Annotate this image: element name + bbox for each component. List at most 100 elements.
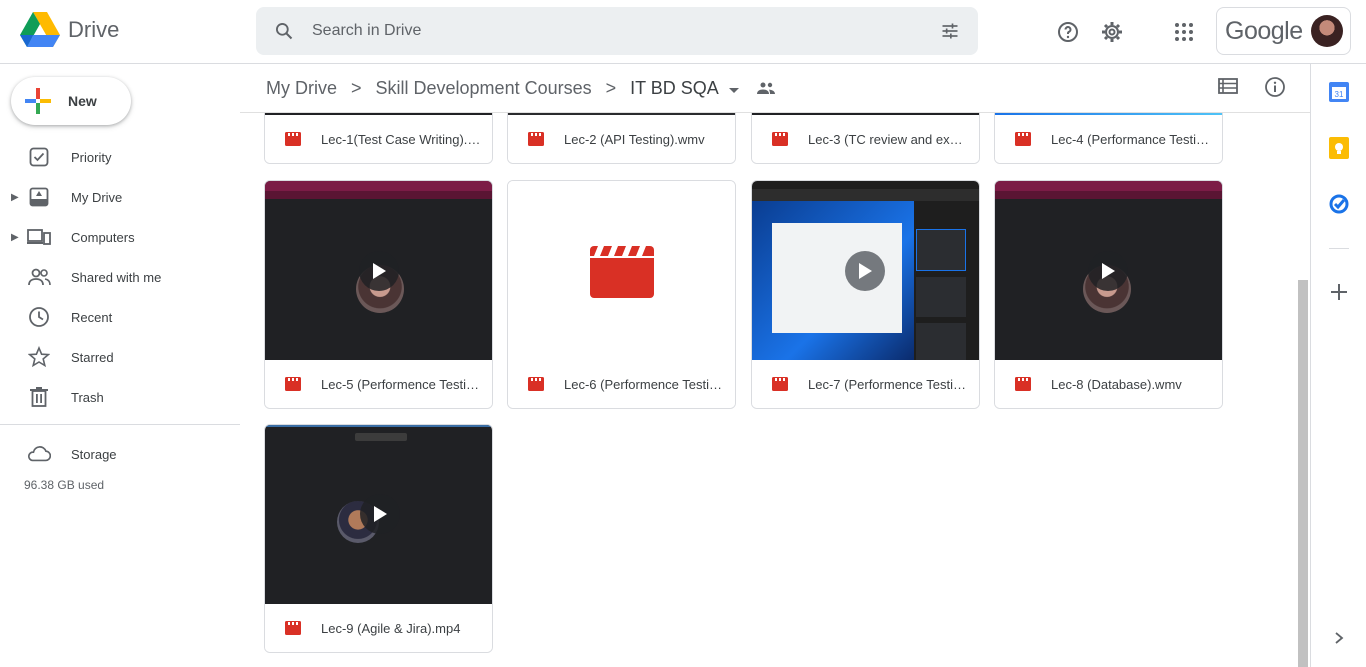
file-caption: Lec-3 (TC review and example).wmv: [752, 115, 979, 163]
video-file-icon: [1015, 132, 1031, 146]
play-icon[interactable]: [360, 494, 400, 534]
file-caption: Lec-9 (Agile & Jira).mp4: [265, 604, 492, 652]
video-file-icon: [285, 132, 301, 146]
side-panel-divider: [1329, 248, 1349, 249]
file-name: Lec-4 (Performance Testing).wmv: [1051, 131, 1211, 147]
file-card[interactable]: Lec-4 (Performance Testing).wmv: [994, 113, 1223, 164]
breadcrumb-skill-development[interactable]: Skill Development Courses: [376, 78, 592, 99]
sidebar-divider: [0, 424, 240, 425]
breadcrumb-current-folder[interactable]: IT BD SQA: [630, 78, 719, 99]
sidebar-item-shared-with-me[interactable]: Shared with me: [0, 261, 240, 293]
sidebar-item-priority[interactable]: Priority: [0, 141, 240, 173]
chevron-right-icon[interactable]: [1327, 626, 1351, 650]
sidebar-item-my-drive[interactable]: ▶ My Drive: [0, 181, 240, 213]
thumbnail-top-edge: [265, 425, 492, 427]
help-icon[interactable]: [1052, 16, 1084, 48]
video-thumbnail: [508, 181, 735, 361]
tasks-icon[interactable]: [1327, 192, 1351, 216]
sidebar-item-recent[interactable]: Recent: [0, 301, 240, 333]
top-bar: Drive Search in Drive Google: [0, 0, 1366, 64]
search-input[interactable]: Search in Drive: [312, 22, 922, 40]
trash-icon: [27, 385, 51, 409]
file-caption: Lec-4 (Performance Testing).wmv: [995, 115, 1222, 163]
sidebar-item-label: Recent: [71, 309, 113, 325]
thumbnail-header-bar: [265, 181, 492, 199]
expand-caret-icon[interactable]: ▶: [11, 232, 19, 243]
play-icon[interactable]: [1088, 251, 1128, 291]
sidebar-item-starred[interactable]: Starred: [0, 341, 240, 373]
drive-logo[interactable]: Drive: [20, 12, 119, 48]
file-name: Lec-6 (Performence Testing).wmv: [564, 376, 724, 392]
file-caption: Lec-8 (Database).wmv: [995, 360, 1222, 408]
video-thumbnail: [995, 181, 1222, 361]
priority-icon: [27, 145, 51, 169]
shared-icon: [27, 265, 51, 289]
shared-folder-people-icon: [756, 78, 775, 99]
expand-caret-icon[interactable]: ▶: [11, 192, 19, 203]
my-drive-icon: [27, 185, 51, 209]
screen-caption-bar: [355, 433, 407, 441]
video-thumbnail: [265, 425, 492, 605]
thumbnail-header-bar: [995, 181, 1222, 199]
file-name: Lec-7 (Performence Testing).wmv: [808, 376, 968, 392]
file-name: Lec-5 (Performence Testing).wmv: [321, 376, 481, 392]
clock-icon: [27, 305, 51, 329]
cloud-icon: [27, 442, 51, 466]
search-options-icon[interactable]: [922, 21, 978, 41]
storage-label: Storage: [71, 446, 117, 462]
file-card[interactable]: Lec-6 (Performence Testing).wmv: [507, 180, 736, 409]
view-controls: [1218, 76, 1286, 103]
file-name: Lec-8 (Database).wmv: [1051, 376, 1182, 392]
new-button-label: New: [68, 93, 97, 109]
side-panel: 31: [1310, 64, 1366, 667]
play-icon[interactable]: [359, 251, 399, 291]
account-switcher[interactable]: Google: [1216, 7, 1351, 55]
file-card[interactable]: Lec-5 (Performence Testing).wmv: [264, 180, 493, 409]
plus-color-icon: [25, 88, 51, 114]
apps-grid-icon[interactable]: [1168, 16, 1200, 48]
file-card[interactable]: Lec-1(Test Case Writing).wmv: [264, 113, 493, 164]
folder-menu-dropdown-icon[interactable]: [728, 78, 739, 99]
info-icon[interactable]: [1264, 76, 1286, 103]
sidebar-item-storage[interactable]: Storage: [0, 438, 240, 470]
file-card[interactable]: Lec-8 (Database).wmv: [994, 180, 1223, 409]
search-icon[interactable]: [256, 21, 312, 41]
add-addon-plus-icon[interactable]: [1327, 280, 1351, 304]
list-view-icon[interactable]: [1218, 76, 1238, 103]
new-button[interactable]: New: [11, 77, 131, 125]
settings-gear-icon[interactable]: [1096, 16, 1128, 48]
sidebar-item-computers[interactable]: ▶ Computers: [0, 221, 240, 253]
file-caption: Lec-6 (Performence Testing).wmv: [508, 360, 735, 408]
file-card[interactable]: Lec-3 (TC review and example).wmv: [751, 113, 980, 164]
sidebar-item-label: Trash: [71, 389, 104, 405]
keep-icon[interactable]: [1327, 136, 1351, 160]
clapperboard-icon: [590, 246, 654, 298]
video-file-icon: [1015, 377, 1031, 391]
google-wordmark: Google: [1225, 16, 1303, 45]
calendar-icon[interactable]: 31: [1327, 80, 1351, 104]
file-caption: Lec-5 (Performence Testing).wmv: [265, 360, 492, 408]
file-grid: Lec-1(Test Case Writing).wmv Lec-2 (API …: [264, 113, 1304, 667]
participant-tile: [916, 229, 966, 271]
sidebar-item-trash[interactable]: Trash: [0, 381, 240, 413]
file-card[interactable]: Lec-7 (Performence Testing).wmv: [751, 180, 980, 409]
drive-logo-icon: [20, 12, 60, 47]
participant-tile: [916, 323, 966, 361]
video-file-icon: [528, 132, 544, 146]
svg-text:31: 31: [1335, 90, 1344, 99]
search-bar[interactable]: Search in Drive: [256, 7, 978, 55]
file-card[interactable]: Lec-9 (Agile & Jira).mp4: [264, 424, 493, 653]
play-icon[interactable]: [845, 251, 885, 291]
sidebar-item-label: Starred: [71, 349, 114, 365]
sidebar-item-label: Shared with me: [71, 269, 162, 285]
sidebar-item-label: My Drive: [71, 189, 123, 205]
sidebar-item-label: Priority: [71, 149, 112, 165]
star-icon: [27, 345, 51, 369]
avatar[interactable]: [1310, 15, 1343, 47]
file-card[interactable]: Lec-2 (API Testing).wmv: [507, 113, 736, 164]
app-name: Drive: [68, 17, 120, 42]
scrollbar[interactable]: [1298, 280, 1308, 667]
breadcrumb-my-drive[interactable]: My Drive: [266, 78, 337, 99]
file-caption: Lec-7 (Performence Testing).wmv: [752, 360, 979, 408]
chevron-right-icon: >: [351, 77, 362, 98]
